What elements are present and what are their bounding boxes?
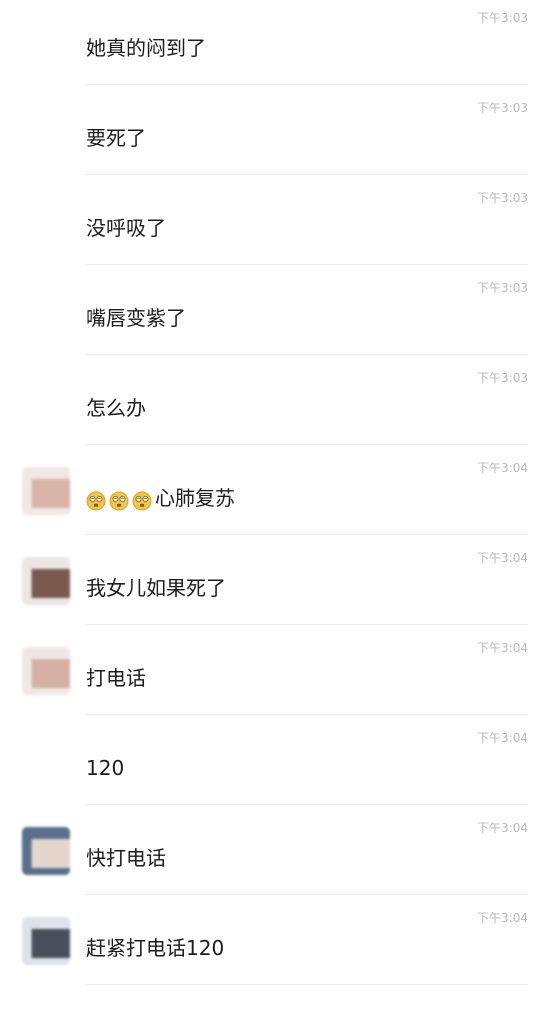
chat-message-row[interactable]: 120 下午3:04 [0,715,550,805]
message-text: 赶紧打电话120 [86,935,224,961]
message-label: 打电话 [86,666,146,690]
message-text: 我女儿如果死了 [86,575,226,601]
chat-message-row[interactable]: 要死了 下午3:03 [0,85,550,175]
message-label: 我女儿如果死了 [86,576,226,600]
message-label: 心肺复苏 [155,486,235,510]
row-divider [86,984,528,985]
dizzy-face-icon [132,491,152,511]
chat-message-row[interactable]: 赶紧打电话120 下午3:04 [0,895,550,985]
chat-message-row[interactable]: 没呼吸了 下午3:03 [0,175,550,265]
message-text: 嘴唇变紫了 [86,305,186,331]
message-timestamp: 下午3:04 [477,551,528,565]
chat-message-row[interactable]: 她真的闷到了 下午3:03 [0,0,550,85]
sender-avatar[interactable] [22,827,70,875]
chat-message-list[interactable]: 她真的闷到了 下午3:03 要死了 下午3:03 没呼吸了 下午3:03 嘴唇变紫了 下午3:… [0,0,550,1013]
message-label: 没呼吸了 [86,216,166,240]
chat-message-row[interactable]: 心肺复苏 下午3:04 [0,445,550,535]
chat-message-row[interactable]: 快打电话 下午3:04 [0,805,550,895]
message-label: 嘴唇变紫了 [86,306,186,330]
message-timestamp: 下午3:04 [477,641,528,655]
chat-message-row[interactable]: 怎么办 下午3:03 [0,355,550,445]
message-text: 她真的闷到了 [86,35,206,61]
dizzy-face-icon [109,491,129,511]
chat-message-row[interactable]: 打电话 下午3:04 [0,625,550,715]
message-timestamp: 下午3:04 [477,911,528,925]
message-timestamp: 下午3:03 [477,371,528,385]
message-text: 打电话 [86,665,146,691]
message-timestamp: 下午3:04 [477,731,528,745]
message-text: 要死了 [86,125,146,151]
message-timestamp: 下午3:04 [477,821,528,835]
message-text: 没呼吸了 [86,215,166,241]
sender-avatar[interactable] [22,557,70,605]
chat-message-row[interactable]: 我女儿如果死了 下午3:04 [0,535,550,625]
message-timestamp: 下午3:03 [477,281,528,295]
emoji-group [86,488,155,514]
message-text: 120 [86,755,124,781]
message-text: 快打电话 [86,845,166,871]
sender-avatar[interactable] [22,467,70,515]
message-label: 120 [86,756,125,780]
message-label: 快打电话 [86,846,166,870]
message-timestamp: 下午3:04 [477,461,528,475]
sender-avatar[interactable] [22,917,70,965]
message-label: 怎么办 [86,396,146,420]
message-label: 她真的闷到了 [86,36,206,60]
message-text: 怎么办 [86,395,146,421]
chat-message-row[interactable]: 嘴唇变紫了 下午3:03 [0,265,550,355]
message-label: 要死了 [86,126,146,150]
message-timestamp: 下午3:03 [477,191,528,205]
message-label: 赶紧打电话120 [86,936,225,960]
message-timestamp: 下午3:03 [477,11,528,25]
message-timestamp: 下午3:03 [477,101,528,115]
sender-avatar[interactable] [22,647,70,695]
message-text: 心肺复苏 [86,485,235,514]
dizzy-face-icon [86,491,106,511]
